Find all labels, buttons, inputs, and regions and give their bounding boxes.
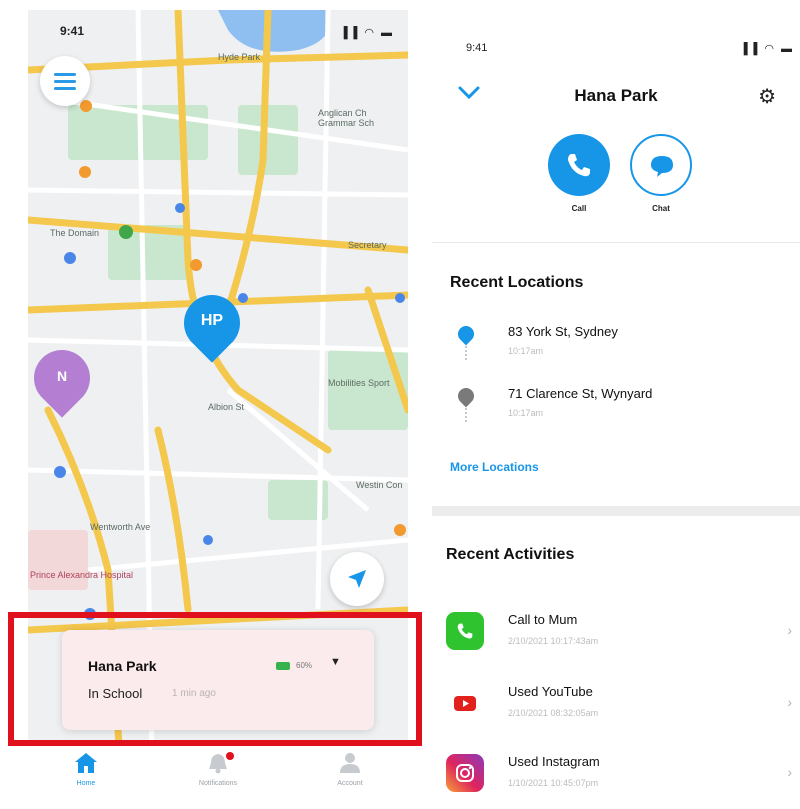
status-time: 9:41: [466, 42, 488, 54]
map-label: Hyde Park: [218, 52, 261, 62]
page-title: Hana Park: [574, 86, 658, 105]
location-time: 10:17am: [508, 408, 544, 418]
location-connector: [465, 346, 467, 360]
chat-button[interactable]: [630, 134, 692, 196]
location-pin-icon: [454, 322, 478, 346]
status-bar: 9:41 ▐▐ ◠ ▬: [28, 24, 408, 44]
activity-label: Used Instagram: [508, 754, 600, 769]
gear-icon[interactable]: ⚙: [758, 84, 776, 109]
location-item[interactable]: 71 Clarence St, Wynyard 10:17am: [432, 384, 800, 446]
location-pin-icon: [454, 384, 478, 408]
more-locations-link[interactable]: More Locations: [450, 460, 539, 474]
tab-account-label: Account: [337, 780, 363, 787]
home-icon: [75, 753, 97, 773]
pin-n-label: N: [56, 368, 68, 384]
youtube-app-icon: [446, 684, 484, 722]
chat-bubble-icon: [651, 156, 673, 177]
user-icon: [340, 753, 360, 773]
menu-button[interactable]: [40, 56, 90, 106]
tab-bar: Home Notifications Account: [28, 746, 408, 809]
hamburger-icon: [54, 73, 76, 76]
location-address: 83 York St, Sydney: [508, 324, 618, 339]
location-address: 71 Clarence St, Wynyard: [508, 386, 653, 401]
tab-home[interactable]: Home: [46, 752, 126, 787]
location-connector: [465, 408, 467, 422]
location-item[interactable]: 83 York St, Sydney 10:17am: [432, 322, 800, 384]
profile-screen: 9:41 ▐▐ ◠ ▬ Hana Park ⚙ Call Chat Recent…: [432, 30, 800, 809]
map-label: The Domain: [50, 228, 100, 238]
phone-app-icon: [446, 612, 484, 650]
map-label: Mobilities Sport: [328, 378, 390, 388]
activity-item[interactable]: Call to Mum 2/10/2021 10:17:43am ›: [432, 610, 800, 672]
status-time: 9:41: [60, 24, 85, 38]
map-label: Prince Alexandra Hospital: [30, 570, 134, 580]
canvas: 9:41 ▐▐ ◠ ▬ Hyde Park Anglican Ch Gramma…: [0, 0, 800, 809]
map-label: Westin Con: [356, 480, 403, 490]
activity-time: 2/10/2021 08:32:05am: [508, 708, 599, 718]
activity-time: 2/10/2021 10:17:43am: [508, 636, 599, 646]
instagram-app-icon: [446, 754, 484, 792]
call-label: Call: [571, 204, 587, 213]
tab-home-label: Home: [76, 780, 96, 787]
instagram-icon: [456, 764, 474, 782]
recent-locations-title: Recent Locations: [450, 274, 584, 291]
activity-time: 1/10/2021 10:45:07pm: [508, 778, 599, 788]
highlight-box: [8, 612, 422, 746]
chevron-right-icon: ›: [787, 694, 792, 710]
status-bar: 9:41 ▐▐ ◠ ▬: [432, 42, 800, 62]
activity-item[interactable]: Used Instagram 1/10/2021 10:45:07pm ›: [432, 752, 800, 809]
activity-item[interactable]: Used YouTube 2/10/2021 08:32:05am ›: [432, 682, 800, 744]
call-button[interactable]: [548, 134, 610, 196]
phone-icon: [568, 154, 590, 177]
divider: [432, 242, 800, 243]
tab-notifications[interactable]: Notifications: [178, 752, 258, 787]
chat-label: Chat: [652, 204, 670, 213]
map-label: Secretary: [348, 240, 387, 250]
chevron-right-icon: ›: [787, 764, 792, 780]
tab-notifications-label: Notifications: [198, 780, 238, 787]
locate-button[interactable]: [330, 552, 384, 606]
status-icons: ▐▐ ◠ ▬: [339, 27, 394, 39]
notification-badge: [226, 752, 234, 760]
status-icons: ▐▐ ◠ ▬: [739, 43, 794, 55]
map-label: Anglican Ch Grammar Sch: [318, 108, 375, 128]
pin-hp-label: HP: [200, 312, 224, 329]
hamburger-icon: [54, 87, 76, 90]
section-divider: [432, 506, 800, 516]
tab-account[interactable]: Account: [310, 752, 390, 787]
navigation-arrow-icon: [348, 570, 366, 588]
location-time: 10:17am: [508, 346, 544, 356]
chevron-right-icon: ›: [787, 622, 792, 638]
youtube-icon: [454, 696, 476, 711]
phone-icon: [457, 623, 473, 639]
activity-label: Used YouTube: [508, 684, 593, 699]
recent-activities-title: Recent Activities: [446, 546, 575, 563]
activity-label: Call to Mum: [508, 612, 578, 627]
map-label: Albion St: [208, 402, 245, 412]
hamburger-icon: [54, 80, 76, 83]
map-label: Wentworth Ave: [90, 522, 151, 532]
